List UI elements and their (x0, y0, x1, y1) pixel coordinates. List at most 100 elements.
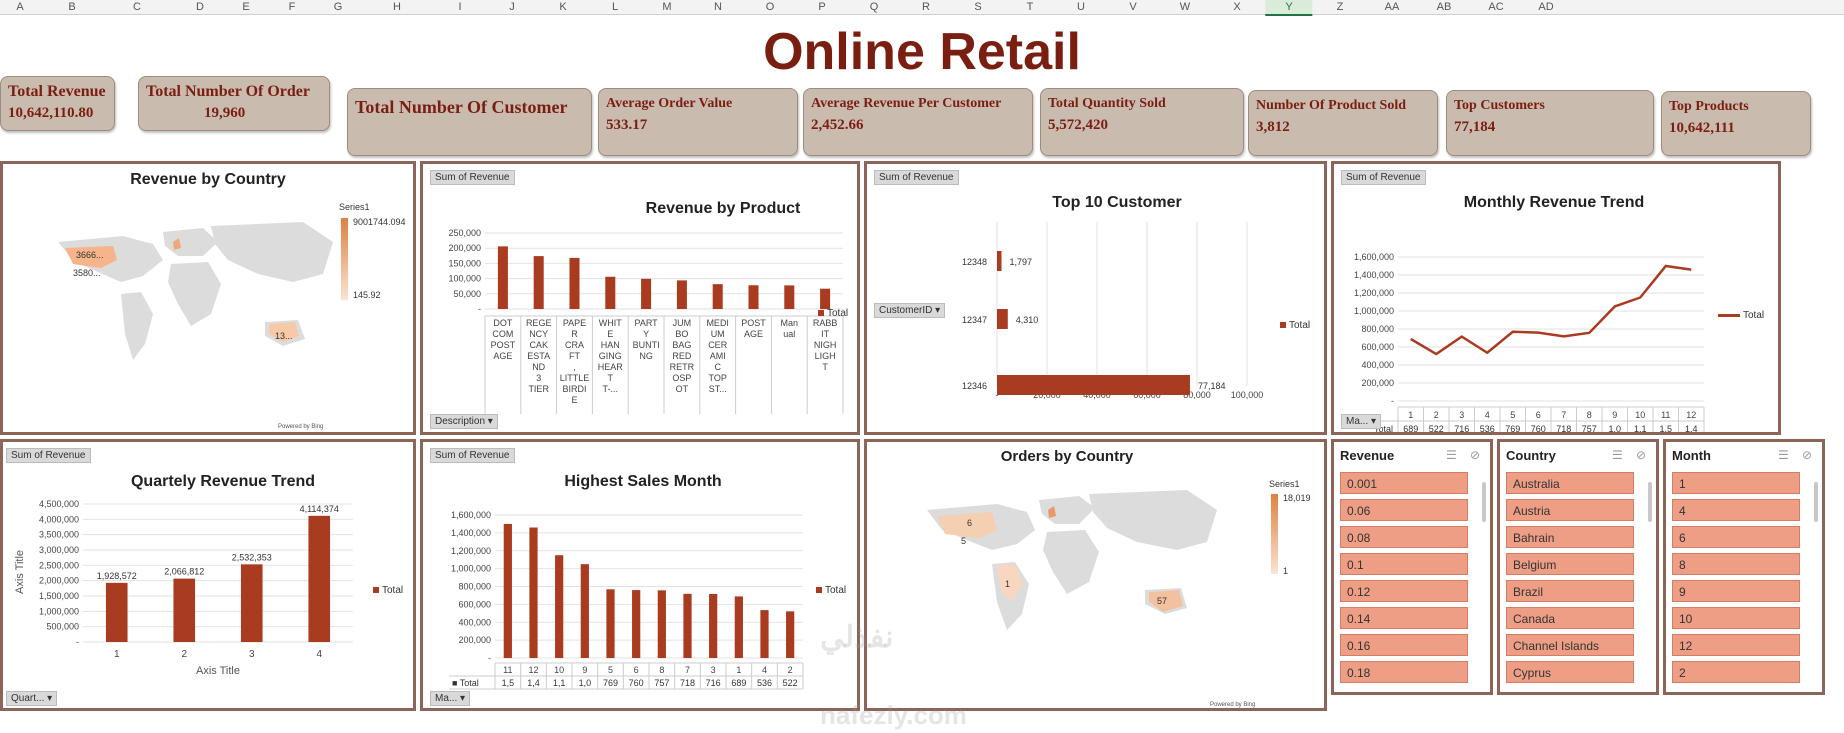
bar (657, 590, 666, 658)
y-tick-label: 3,500,000 (39, 530, 79, 540)
column-header-cell[interactable]: AA (1385, 0, 1400, 14)
column-header-cell[interactable]: AB (1437, 0, 1452, 14)
chart-legend: Total (816, 585, 846, 596)
x-category-label: 10 (554, 665, 564, 675)
multi-select-icon[interactable]: ☰ (1612, 448, 1623, 462)
slicer-item[interactable]: Australia (1506, 472, 1634, 494)
slicer-item[interactable]: Belgium (1506, 553, 1634, 575)
top-10-customer-panel[interactable]: Sum of Revenue Top 10 Customer CustomerI… (864, 161, 1327, 435)
y-tick-label: 1,000,000 (1354, 306, 1394, 316)
column-header-cell[interactable]: S (974, 0, 981, 14)
bar (997, 309, 1008, 329)
slicer-scrollbar[interactable] (1482, 482, 1486, 522)
slicer-item[interactable]: Bahrain (1506, 526, 1634, 548)
column-header-cell[interactable]: O (766, 0, 775, 14)
column-header-cell[interactable]: L (612, 0, 618, 14)
kpi-average-revenue-per-customer[interactable]: Average Revenue Per Customer 2,452.66 (803, 88, 1033, 156)
kpi-top-customers[interactable]: Top Customers 77,184 (1446, 90, 1654, 156)
column-header-cell[interactable]: F (289, 0, 296, 14)
y-tick-label: 400,000 (1361, 360, 1394, 370)
column-header-cell[interactable]: G (334, 0, 343, 14)
column-header-cell[interactable]: B (68, 0, 75, 14)
revenue-by-product-panel[interactable]: Sum of Revenue Revenue by Product 250,00… (420, 161, 860, 435)
slicer-item[interactable]: Brazil (1506, 580, 1634, 602)
clear-filter-icon[interactable]: ⊘ (1470, 448, 1480, 462)
slicer-item[interactable]: 10 (1672, 607, 1800, 629)
description-filter-button[interactable]: Description ▾ (430, 414, 498, 429)
column-header-cell[interactable]: V (1129, 0, 1136, 14)
x-category-label: 4 (762, 665, 767, 675)
column-header-cell[interactable]: A (16, 0, 23, 14)
slicer-item[interactable]: 9 (1672, 580, 1800, 602)
slicer-item[interactable]: 0.16 (1340, 634, 1468, 656)
column-header-cell[interactable]: I (458, 0, 461, 14)
slicer-item[interactable]: 0.08 (1340, 526, 1468, 548)
kpi-total-quantity-sold[interactable]: Total Quantity Sold 5,572,420 (1040, 88, 1244, 156)
month-slicer[interactable]: Month ☰ ⊘ 1 4 6 8 9 10 12 2 (1663, 439, 1825, 695)
multi-select-icon[interactable]: ☰ (1446, 448, 1457, 462)
column-header-cell[interactable]: K (559, 0, 566, 14)
column-header-cell[interactable]: W (1180, 0, 1190, 14)
bar (105, 582, 128, 642)
slicer-item[interactable]: 2 (1672, 661, 1800, 683)
slicer-item[interactable]: 6 (1672, 526, 1800, 548)
column-header-cell[interactable]: N (714, 0, 722, 14)
column-header-cell[interactable]: AC (1488, 0, 1503, 14)
kpi-total-orders[interactable]: Total Number Of Order 19,960 (138, 76, 330, 131)
multi-select-icon[interactable]: ☰ (1778, 448, 1789, 462)
quarter-filter-button[interactable]: Quart... ▾ (6, 691, 58, 706)
slicer-item[interactable]: Channel Islands (1506, 634, 1634, 656)
column-header-cell[interactable]: Z (1337, 0, 1344, 14)
column-header-cell[interactable]: AD (1538, 0, 1553, 14)
month-filter-button[interactable]: Ma... ▾ (1341, 414, 1382, 429)
column-header-cell[interactable]: J (509, 0, 515, 14)
bar (683, 593, 692, 658)
column-header-cell[interactable]: T (1027, 0, 1034, 14)
slicer-item[interactable]: 0.18 (1340, 661, 1468, 683)
kpi-total-customers[interactable]: Total Number Of Customer (347, 88, 592, 156)
y-tick-label: 200,000 (458, 635, 491, 645)
slicer-item[interactable]: 12 (1672, 634, 1800, 656)
revenue-slicer[interactable]: Revenue ☰ ⊘ 0.001 0.06 0.08 0.1 0.12 0.1… (1331, 439, 1493, 695)
column-header-cell[interactable]: D (196, 0, 204, 14)
column-header-cell[interactable]: H (393, 0, 401, 14)
quarterly-revenue-trend-panel[interactable]: Sum of Revenue Quartely Revenue Trend 4,… (0, 439, 416, 711)
slicer-item[interactable]: 0.001 (1340, 472, 1468, 494)
slicer-item[interactable]: 1 (1672, 472, 1800, 494)
slicer-scrollbar[interactable] (1648, 482, 1652, 522)
monthly-revenue-trend-panel[interactable]: Sum of Revenue Monthly Revenue Trend 1,6… (1331, 161, 1781, 435)
slicer-item[interactable]: 0.06 (1340, 499, 1468, 521)
kpi-number-of-product-sold[interactable]: Number Of Product Sold 3,812 (1248, 90, 1438, 156)
column-header-cell[interactable]: Y (1265, 0, 1313, 16)
slicer-item[interactable]: 0.1 (1340, 553, 1468, 575)
slicer-item[interactable]: 0.14 (1340, 607, 1468, 629)
kpi-top-products[interactable]: Top Products 10,642,111 (1661, 91, 1811, 156)
highest-sales-month-panel[interactable]: Sum of Revenue Highest Sales Month 1,600… (420, 439, 860, 711)
column-header-cell[interactable]: C (133, 0, 141, 14)
column-header-cell[interactable]: Q (870, 0, 879, 14)
kpi-total-revenue[interactable]: Total Revenue 10,642,110.80 (0, 76, 115, 131)
column-header-cell[interactable]: E (242, 0, 249, 14)
slicer-item[interactable]: 4 (1672, 499, 1800, 521)
kpi-average-order-value[interactable]: Average Order Value 533.17 (598, 88, 798, 156)
bar (786, 611, 795, 658)
clear-filter-icon[interactable]: ⊘ (1636, 448, 1646, 462)
column-header-cell[interactable]: M (662, 0, 671, 14)
country-slicer[interactable]: Country ☰ ⊘ Australia Austria Bahrain Be… (1497, 439, 1659, 695)
column-header-cell[interactable]: U (1077, 0, 1085, 14)
orders-by-country-panel[interactable]: Orders by Country 6 5 1 57 Series1 18,01… (864, 439, 1327, 711)
slicer-item[interactable]: 8 (1672, 553, 1800, 575)
y-tick-label: 1,600,000 (451, 510, 491, 520)
slicer-item[interactable]: Canada (1506, 607, 1634, 629)
slicer-scrollbar[interactable] (1814, 482, 1818, 522)
column-header-cell[interactable]: X (1233, 0, 1240, 14)
month-filter-button[interactable]: Ma... ▾ (430, 691, 471, 706)
column-header-cell[interactable]: R (922, 0, 930, 14)
x-category-label: 5 (1510, 410, 1515, 420)
slicer-item[interactable]: 0.12 (1340, 580, 1468, 602)
column-header-cell[interactable]: P (818, 0, 825, 14)
slicer-item[interactable]: Cyprus (1506, 661, 1634, 683)
revenue-by-country-panel[interactable]: Revenue by Country 3666... 3580... 13...… (0, 161, 416, 435)
slicer-item[interactable]: Austria (1506, 499, 1634, 521)
clear-filter-icon[interactable]: ⊘ (1802, 448, 1812, 462)
